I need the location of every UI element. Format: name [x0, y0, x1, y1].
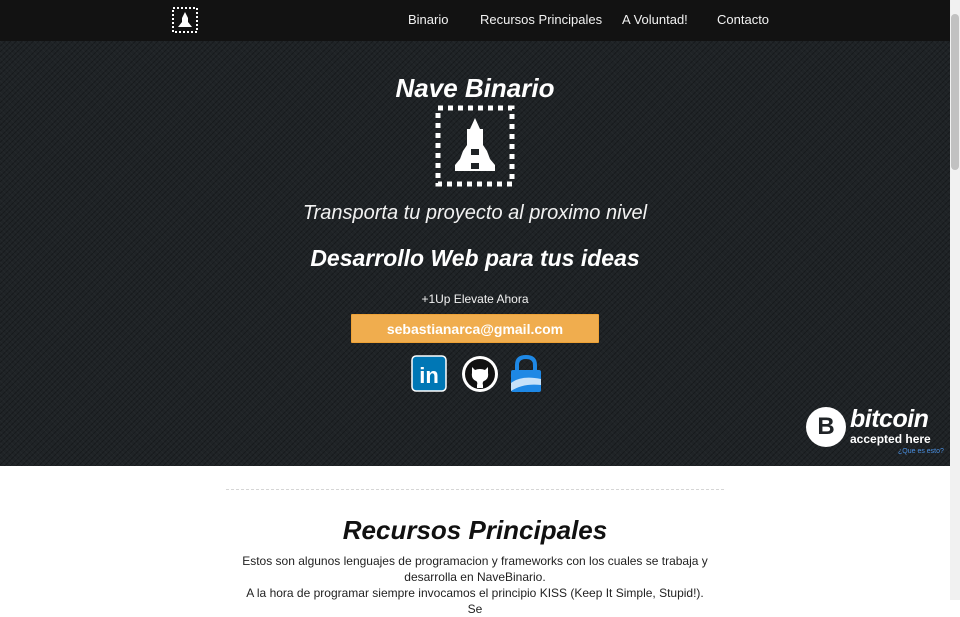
bitcoin-badge[interactable]: B bitcoin accepted here — [806, 405, 942, 449]
linkedin-link[interactable]: in — [411, 355, 447, 393]
bitcoin-word: bitcoin — [850, 405, 929, 433]
github-link[interactable] — [460, 355, 500, 393]
bitcoin-icon: B — [806, 407, 846, 447]
navbar: Binario Recursos Principales A Voluntad!… — [0, 0, 950, 42]
nav-link-contacto[interactable]: Contacto — [717, 12, 769, 27]
section-description: Estos son algunos lenguajes de programac… — [240, 553, 710, 617]
hero-cta-label: +1Up Elevate Ahora — [421, 292, 529, 306]
bitcoin-info-link[interactable]: ¿Que es esto? — [898, 448, 944, 455]
hero-subtitle: Desarrollo Web para tus ideas — [310, 245, 640, 271]
email-button[interactable]: sebastianarca@gmail.com — [351, 314, 599, 343]
nav-link-voluntad[interactable]: A Voluntad! — [622, 12, 688, 27]
section-title: Recursos Principales — [342, 515, 608, 545]
linkedin-label: in — [419, 363, 439, 388]
keybase-lock-icon — [511, 354, 541, 392]
github-icon — [462, 356, 498, 392]
hero-title: Nave Binario — [395, 73, 555, 103]
hero: Nave Binario Transporta tu proyecto al p… — [0, 41, 950, 466]
linkedin-icon: in — [411, 355, 447, 392]
keybase-link[interactable] — [509, 354, 543, 393]
nav-link-binario[interactable]: Binario — [408, 12, 448, 27]
section-divider — [226, 489, 724, 490]
section-line: Estos son algunos lenguajes de programac… — [242, 554, 708, 568]
section-line: A la hora de programar siempre invocamos… — [246, 586, 704, 616]
nav-link-recursos[interactable]: Recursos Principales — [480, 12, 602, 27]
section-line: desarrolla en NaveBinario. — [404, 570, 546, 584]
scrollbar-thumb[interactable] — [951, 14, 959, 170]
rocket-logo-icon — [435, 105, 515, 187]
bitcoin-accepted-text: accepted here — [850, 432, 931, 446]
nav-links: Binario Recursos Principales A Voluntad!… — [0, 0, 950, 41]
hero-tagline: Transporta tu proyecto al proximo nivel — [302, 202, 648, 224]
